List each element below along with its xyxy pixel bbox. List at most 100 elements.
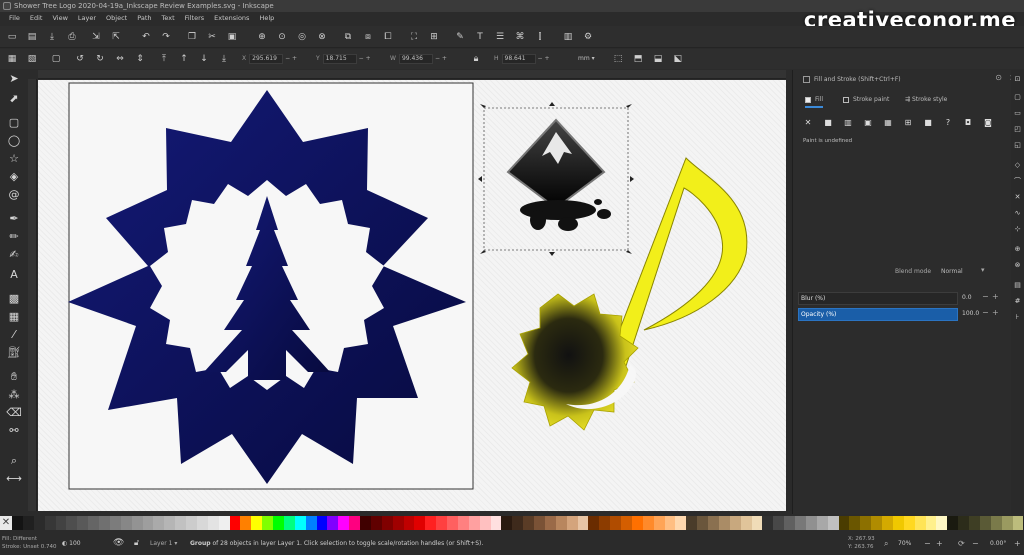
copy-icon[interactable]: ❐ xyxy=(186,31,198,43)
dropper-tool-icon[interactable]: ⁄ xyxy=(6,328,22,342)
color-swatch[interactable] xyxy=(490,516,502,530)
current-layer-select[interactable]: Layer 1 ▾ xyxy=(150,540,177,547)
y-position-field[interactable]: Y 18.715− + xyxy=(316,53,371,65)
color-swatch[interactable] xyxy=(762,516,774,530)
snap-toggle-icon[interactable]: ⊡ xyxy=(1013,74,1022,84)
color-swatch[interactable] xyxy=(979,516,991,530)
color-swatch[interactable] xyxy=(283,516,295,530)
menu-filters[interactable]: Filters xyxy=(180,12,209,24)
menu-layer[interactable]: Layer xyxy=(73,12,101,24)
color-swatch[interactable] xyxy=(947,516,959,530)
zoom-plus-button[interactable]: + xyxy=(936,539,943,548)
color-swatch[interactable] xyxy=(436,516,447,530)
connector-tool-icon[interactable]: ⚯ xyxy=(6,424,22,438)
linear-gradient-icon[interactable]: ▥ xyxy=(843,118,853,128)
opacity-decrement-button[interactable]: − xyxy=(982,308,989,317)
snap-page-icon[interactable]: ▤ xyxy=(1013,280,1022,290)
cut-icon[interactable]: ✂ xyxy=(206,31,218,43)
rotate-minus-button[interactable]: − xyxy=(972,539,979,548)
menu-edit[interactable]: Edit xyxy=(25,12,48,24)
flip-vertical-icon[interactable]: ⇕ xyxy=(134,53,146,65)
rotate-icon[interactable]: ⟳ xyxy=(958,539,965,548)
height-input[interactable]: 98.641 xyxy=(501,53,536,64)
panel-menu-icon[interactable]: ⊙ xyxy=(995,73,1002,82)
rotation-field[interactable]: 0.00° xyxy=(990,540,1006,547)
color-swatch[interactable] xyxy=(936,516,948,530)
mesh-gradient-icon[interactable]: ▦ xyxy=(883,118,893,128)
color-swatch[interactable] xyxy=(305,516,317,530)
zoom-drawing-icon[interactable]: ⊙ xyxy=(276,31,288,43)
color-swatch[interactable] xyxy=(1012,516,1024,530)
menu-help[interactable]: Help xyxy=(254,12,279,24)
color-swatch[interactable] xyxy=(55,516,67,530)
snap-nodes-icon[interactable]: ◇ xyxy=(1013,160,1022,170)
color-swatch[interactable] xyxy=(523,516,534,530)
blur-decrement-button[interactable]: − xyxy=(982,292,989,301)
color-swatch[interactable] xyxy=(610,516,621,530)
snap-bbox-edge-icon[interactable]: ▭ xyxy=(1013,108,1022,118)
swatch-strip[interactable] xyxy=(12,516,1024,530)
color-swatch[interactable] xyxy=(457,516,469,530)
duplicate-icon[interactable]: ⧉ xyxy=(342,31,354,43)
opacity-value[interactable]: 100.0 xyxy=(962,310,979,317)
color-swatch[interactable] xyxy=(577,516,589,530)
unit-select[interactable]: mm ▾ xyxy=(578,53,595,65)
spray-tool-icon[interactable]: ⁂ xyxy=(6,388,22,402)
color-swatch[interactable] xyxy=(327,516,339,530)
color-swatch[interactable] xyxy=(925,516,937,530)
menu-path[interactable]: Path xyxy=(132,12,156,24)
color-swatch[interactable] xyxy=(479,516,491,530)
color-swatch[interactable] xyxy=(838,516,850,530)
align-distribute-icon[interactable]: ⫿ xyxy=(534,31,546,43)
color-swatch[interactable] xyxy=(196,516,208,530)
selector-tool-icon[interactable]: ➤ xyxy=(6,72,22,86)
zoom-selection-icon[interactable]: ⊕ xyxy=(256,31,268,43)
menu-view[interactable]: View xyxy=(47,12,72,24)
color-swatch[interactable] xyxy=(718,516,730,530)
color-swatch[interactable] xyxy=(740,516,752,530)
spiral-tool-icon[interactable]: @ xyxy=(6,188,22,202)
blend-mode-select[interactable]: Normal xyxy=(941,268,963,275)
color-swatch[interactable] xyxy=(370,516,382,530)
scale-stroke-icon[interactable]: ⬚ xyxy=(612,53,624,65)
color-swatch[interactable] xyxy=(914,516,926,530)
color-swatch[interactable] xyxy=(240,516,252,530)
layer-lock-icon[interactable]: 🔓︎ xyxy=(134,538,139,548)
pen-tool-icon[interactable]: ✒ xyxy=(6,212,22,226)
tweak-tool-icon[interactable]: ✋︎ xyxy=(6,370,22,384)
color-swatch[interactable] xyxy=(773,516,785,530)
color-swatch[interactable] xyxy=(142,516,154,530)
redo-icon[interactable]: ↷ xyxy=(160,31,172,43)
status-opacity-field[interactable]: ◐ 100 xyxy=(62,540,81,547)
raise-top-icon[interactable]: ⤒ xyxy=(158,53,170,65)
snap-bbox-corner-icon[interactable]: ◰ xyxy=(1013,124,1022,134)
color-swatch[interactable] xyxy=(338,516,350,530)
menu-file[interactable]: File xyxy=(4,12,25,24)
color-swatch[interactable] xyxy=(120,516,132,530)
color-swatch[interactable] xyxy=(990,516,1002,530)
snap-bbox-icon[interactable]: ▢ xyxy=(1013,92,1022,102)
color-swatch[interactable] xyxy=(349,516,360,530)
color-swatch[interactable] xyxy=(360,516,371,530)
color-swatch[interactable] xyxy=(207,516,219,530)
color-swatch[interactable] xyxy=(534,516,545,530)
snap-intersection-icon[interactable]: ✕ xyxy=(1013,192,1022,202)
xml-editor-icon[interactable]: ⌘ xyxy=(514,31,526,43)
color-swatch[interactable] xyxy=(816,516,828,530)
fill-stroke-indicator[interactable]: Fill: Different Stroke: Unset 0.740 xyxy=(2,535,57,551)
pencil-tool-icon[interactable]: ✏ xyxy=(6,230,22,244)
new-document-icon[interactable]: ▭ xyxy=(6,31,18,43)
star-tool-icon[interactable]: ☆ xyxy=(6,152,22,166)
ungroup-icon[interactable]: ⊞ xyxy=(428,31,440,43)
color-swatch[interactable] xyxy=(66,516,78,530)
color-swatch[interactable] xyxy=(827,516,839,530)
zoom-field[interactable]: 70% xyxy=(898,540,911,547)
rotate-cw-icon[interactable]: ↻ xyxy=(94,53,106,65)
flat-color-icon[interactable]: ■ xyxy=(823,118,833,128)
color-swatch[interactable] xyxy=(849,516,861,530)
color-swatch[interactable] xyxy=(958,516,969,530)
color-swatch[interactable] xyxy=(447,516,458,530)
unlink-clone-icon[interactable]: ⧠ xyxy=(382,31,394,43)
snap-paths-icon[interactable]: ⌒ xyxy=(1013,176,1022,186)
blur-value[interactable]: 0.0 xyxy=(962,294,972,301)
